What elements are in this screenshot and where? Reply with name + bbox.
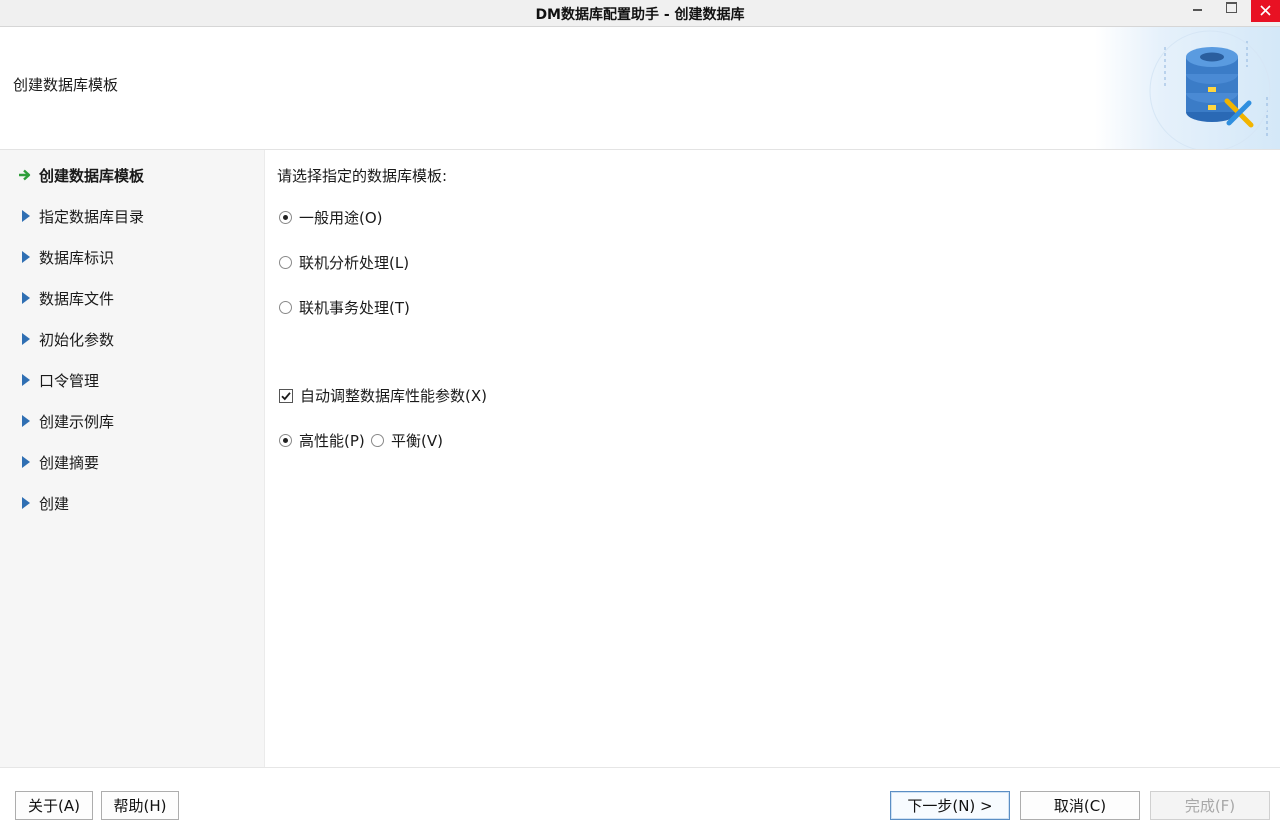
template-prompt: 请选择指定的数据库模板:	[277, 167, 448, 185]
template-general-option[interactable]: 一般用途(O)	[279, 207, 383, 228]
checkbox-label: 自动调整数据库性能参数(X)	[300, 387, 487, 405]
triangle-right-icon	[18, 332, 32, 346]
template-selection-panel: 请选择指定的数据库模板: 一般用途(O) 联机分析处理(L) 联机事务处理(T)…	[265, 150, 1280, 767]
option-label: 联机事务处理(T)	[299, 299, 410, 317]
step-db-identity[interactable]: 数据库标识	[18, 245, 114, 269]
radio-button[interactable]	[371, 434, 384, 447]
wizard-steps-sidebar: 创建数据库模板 指定数据库目录 数据库标识 数据库文件 初始化参数 口令管理 创…	[0, 150, 265, 767]
next-button[interactable]: 下一步(N) >	[890, 791, 1010, 820]
finish-button[interactable]: 完成(F)	[1150, 791, 1270, 820]
cancel-button[interactable]: 取消(C)	[1020, 791, 1140, 820]
radio-button[interactable]	[279, 256, 292, 269]
option-label: 平衡(V)	[391, 432, 443, 450]
step-label: 口令管理	[39, 371, 100, 390]
triangle-right-icon	[18, 496, 32, 510]
option-label: 高性能(P)	[299, 432, 365, 450]
tune-balanced-option[interactable]: 平衡(V)	[371, 430, 443, 451]
about-button[interactable]: 关于(A)	[15, 791, 93, 820]
close-icon[interactable]	[1251, 0, 1280, 22]
option-label: 一般用途(O)	[299, 209, 383, 227]
radio-button[interactable]	[279, 211, 292, 224]
auto-tune-checkbox[interactable]: 自动调整数据库性能参数(X)	[279, 385, 487, 406]
step-label: 创建数据库模板	[39, 166, 145, 185]
title-bar: DM数据库配置助手 - 创建数据库	[0, 0, 1280, 27]
step-create-template[interactable]: 创建数据库模板	[18, 163, 144, 187]
step-label: 指定数据库目录	[39, 207, 145, 226]
green-arrow-icon	[18, 168, 32, 182]
radio-button[interactable]	[279, 434, 292, 447]
tune-high-performance-option[interactable]: 高性能(P)	[279, 430, 365, 451]
template-olap-option[interactable]: 联机分析处理(L)	[279, 252, 409, 273]
page-header: 创建数据库模板	[0, 27, 1280, 152]
maximize-icon[interactable]	[1218, 0, 1246, 22]
window-title: DM数据库配置助手 - 创建数据库	[535, 7, 745, 23]
step-label: 数据库文件	[39, 289, 115, 308]
triangle-right-icon	[18, 250, 32, 264]
step-label: 创建	[39, 494, 70, 513]
triangle-right-icon	[18, 291, 32, 305]
triangle-right-icon	[18, 373, 32, 387]
footer-bar: 关于(A) 帮助(H) 下一步(N) > 取消(C) 完成(F)	[0, 767, 1280, 838]
step-init-params[interactable]: 初始化参数	[18, 327, 114, 351]
option-label: 联机分析处理(L)	[299, 254, 410, 272]
radio-button[interactable]	[279, 301, 292, 314]
step-label: 初始化参数	[39, 330, 115, 349]
step-create[interactable]: 创建	[18, 491, 69, 515]
step-label: 创建摘要	[39, 453, 100, 472]
triangle-right-icon	[18, 209, 32, 223]
header-banner	[1095, 27, 1280, 152]
checkbox[interactable]	[279, 388, 293, 403]
triangle-right-icon	[18, 414, 32, 428]
minimize-icon[interactable]	[1184, 0, 1212, 22]
step-summary[interactable]: 创建摘要	[18, 450, 99, 474]
step-label: 数据库标识	[39, 248, 115, 267]
step-db-files[interactable]: 数据库文件	[18, 286, 114, 310]
step-password[interactable]: 口令管理	[18, 368, 99, 392]
help-button[interactable]: 帮助(H)	[101, 791, 179, 820]
step-sample-db[interactable]: 创建示例库	[18, 409, 114, 433]
page-subtitle: 创建数据库模板	[13, 76, 119, 94]
triangle-right-icon	[18, 455, 32, 469]
database-wrench-icon	[1149, 30, 1271, 152]
step-db-directory[interactable]: 指定数据库目录	[18, 204, 144, 228]
template-oltp-option[interactable]: 联机事务处理(T)	[279, 297, 410, 318]
step-label: 创建示例库	[39, 412, 115, 431]
